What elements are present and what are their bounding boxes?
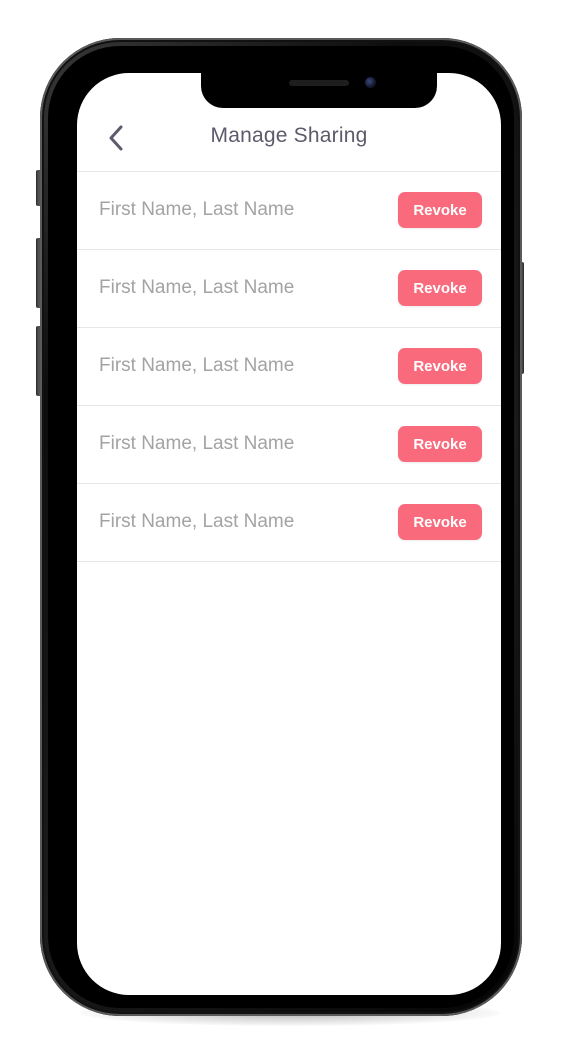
front-camera (365, 77, 376, 88)
contact-name: First Name, Last Name (99, 277, 295, 298)
speaker-grille (289, 80, 349, 86)
page-title: Manage Sharing (210, 124, 368, 147)
phone-bezel: Manage Sharing First Name, Last Name Rev… (48, 46, 514, 1008)
revoke-button[interactable]: Revoke (398, 504, 482, 540)
list-item: First Name, Last Name Revoke (77, 483, 501, 562)
revoke-button[interactable]: Revoke (398, 426, 482, 462)
shares-list: First Name, Last Name Revoke First Name,… (77, 171, 501, 562)
contact-name: First Name, Last Name (99, 511, 295, 532)
nav-header: Manage Sharing (77, 110, 501, 170)
notch (201, 73, 437, 108)
app-screen: Manage Sharing First Name, Last Name Rev… (77, 73, 501, 995)
list-item: First Name, Last Name Revoke (77, 171, 501, 249)
list-item: First Name, Last Name Revoke (77, 327, 501, 405)
contact-name: First Name, Last Name (99, 199, 295, 220)
contact-name: First Name, Last Name (99, 355, 295, 376)
revoke-button[interactable]: Revoke (398, 192, 482, 228)
device-mockup: Manage Sharing First Name, Last Name Rev… (0, 0, 578, 1062)
list-item: First Name, Last Name Revoke (77, 405, 501, 483)
list-item: First Name, Last Name Revoke (77, 249, 501, 327)
contact-name: First Name, Last Name (99, 433, 295, 454)
revoke-button[interactable]: Revoke (398, 270, 482, 306)
phone-frame: Manage Sharing First Name, Last Name Rev… (40, 38, 522, 1016)
revoke-button[interactable]: Revoke (398, 348, 482, 384)
